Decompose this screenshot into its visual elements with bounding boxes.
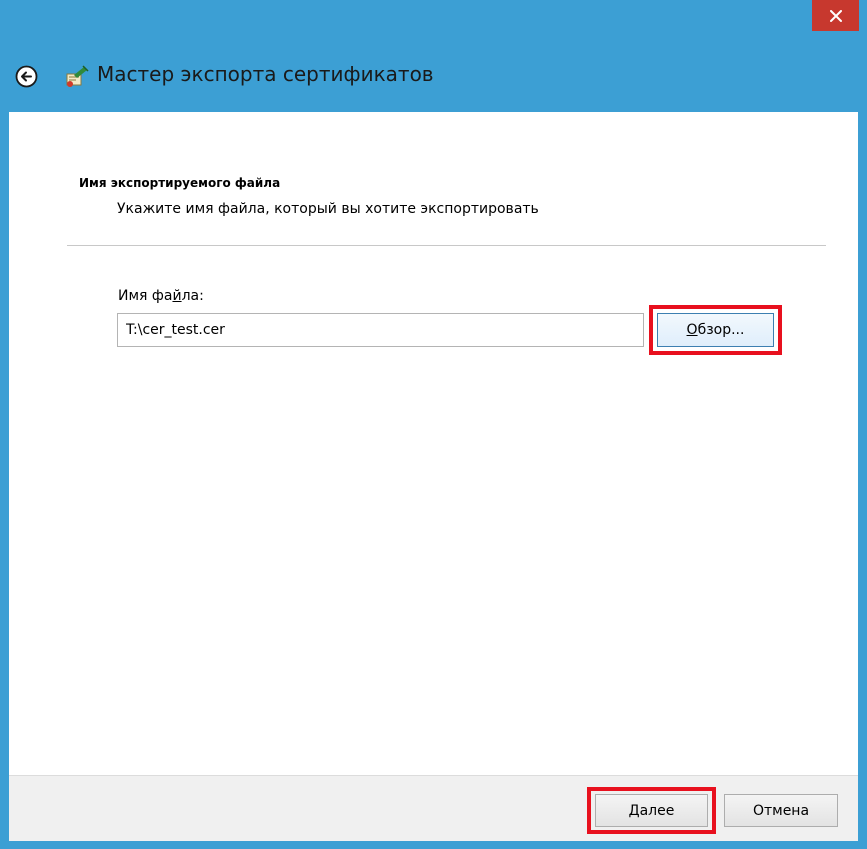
wizard-content: Имя экспортируемого файла Укажите имя фа… xyxy=(9,112,858,775)
close-button[interactable] xyxy=(812,0,859,31)
next-button-hotkey: Д xyxy=(628,802,640,819)
wizard-header: Мастер экспорта сертификатов xyxy=(9,40,858,112)
back-button[interactable] xyxy=(15,65,38,88)
page-heading: Имя экспортируемого файла xyxy=(79,176,281,190)
page-description: Укажите имя файла, который вы хотите экс… xyxy=(117,201,539,217)
wizard-footer: Далее Отмена xyxy=(9,775,858,841)
next-button[interactable]: Далее xyxy=(595,794,708,827)
window-title: Мастер экспорта сертификатов xyxy=(97,62,434,86)
certificate-wizard-icon xyxy=(64,65,89,88)
file-name-label: Имя файла: xyxy=(118,288,204,304)
file-name-label-part: Имя фа xyxy=(118,288,173,304)
next-button-label: алее xyxy=(639,802,675,819)
close-icon xyxy=(829,9,842,22)
browse-button-label: бзор... xyxy=(697,322,745,338)
wizard-window: Мастер экспорта сертификатов Имя экспорт… xyxy=(0,0,867,849)
header-divider xyxy=(67,245,826,246)
cancel-button[interactable]: Отмена xyxy=(724,794,838,827)
browse-button[interactable]: Обзор... xyxy=(657,313,774,347)
back-arrow-icon xyxy=(15,65,38,88)
file-name-input[interactable] xyxy=(117,313,644,347)
file-name-label-part: ла: xyxy=(181,288,204,304)
browse-button-hotkey: О xyxy=(686,322,698,338)
file-name-label-hotkey: й xyxy=(172,288,182,304)
